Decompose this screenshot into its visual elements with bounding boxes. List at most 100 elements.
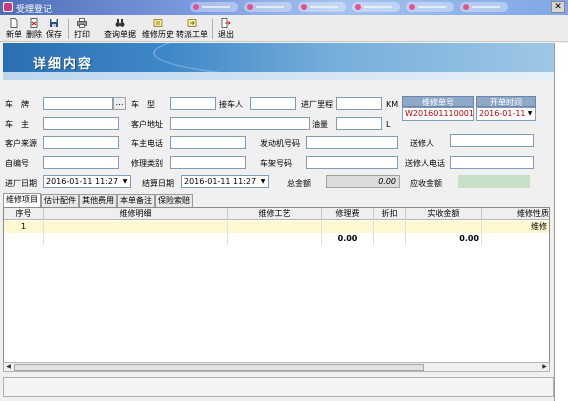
receiver-input[interactable] <box>250 97 296 110</box>
tab-other-fees[interactable]: 其他费用 <box>79 194 117 207</box>
total-value: 0.00 <box>326 175 400 188</box>
save-icon <box>50 19 58 27</box>
tab-label: 保险索赔 <box>158 196 190 205</box>
query-button-label: 查询单据 <box>104 30 136 39</box>
fuel-label: 油量 <box>312 120 328 129</box>
in-date-picker[interactable]: 2016-01-11 11:27 ▼ <box>43 175 131 188</box>
open-date-select[interactable]: 2016-01-11 ▼ <box>476 107 536 121</box>
print-button-label: 打印 <box>74 30 90 39</box>
cell-detail[interactable] <box>44 221 228 233</box>
plate-lookup-button[interactable]: … <box>113 97 126 110</box>
column-header[interactable]: 修理费 <box>322 208 374 220</box>
cell-craft[interactable] <box>228 221 322 233</box>
cell-amount[interactable] <box>406 221 482 233</box>
history-button-label: 维修历史 <box>142 30 174 39</box>
scroll-left-icon[interactable]: ◀ <box>4 363 13 371</box>
open-date-header: 开单时间 <box>476 96 536 107</box>
transfer-button[interactable]: 转派工单 <box>175 17 209 41</box>
cell-nature[interactable]: 维修 <box>482 221 549 233</box>
chevron-down-icon[interactable]: ▼ <box>258 176 268 187</box>
tab-estimated-parts[interactable]: 估计配件 <box>41 194 79 207</box>
exit-button-label: 退出 <box>218 30 234 39</box>
status-bar <box>3 377 554 397</box>
toolbar-separator <box>212 19 213 39</box>
fuel-unit: L <box>386 120 391 129</box>
cell-empty <box>228 233 322 245</box>
open-date-value: 2016-01-11 <box>479 109 526 118</box>
cell-seq[interactable]: 1 <box>4 221 44 233</box>
source-input[interactable] <box>43 136 119 149</box>
save-button-label: 保存 <box>46 30 62 39</box>
column-header[interactable]: 维修工艺 <box>228 208 322 220</box>
fuel-input[interactable] <box>336 117 382 130</box>
horizontal-scrollbar[interactable]: ◀ ▶ <box>3 362 550 372</box>
grid-header: 序号 维修明细 维修工艺 修理费 折扣 实收金额 维修性质 <box>4 208 549 220</box>
plate-input[interactable] <box>43 97 113 110</box>
table-row[interactable]: 1 维修 <box>4 221 549 233</box>
print-button[interactable]: 打印 <box>72 17 92 41</box>
frame-label: 车架号码 <box>260 159 292 168</box>
owner-input[interactable] <box>43 117 119 130</box>
sender-label: 送修人 <box>410 139 434 148</box>
tab-repair-items[interactable]: 维修项目 <box>3 193 41 207</box>
history-button[interactable]: 维修历史 <box>141 17 175 41</box>
order-no-value: W201601110001 <box>402 107 474 121</box>
close-button[interactable]: ✕ <box>551 1 565 13</box>
toolbar: 新单 删除 保存 打印 查询单据 维修历史 转派工单 退出 <box>0 15 568 42</box>
column-header[interactable]: 实收金额 <box>406 208 482 220</box>
new-doc-icon <box>10 18 18 28</box>
cell-empty <box>482 233 549 245</box>
new-button-label: 新单 <box>6 30 22 39</box>
cell-discount[interactable] <box>374 221 406 233</box>
new-button[interactable]: 新单 <box>4 17 24 41</box>
query-button[interactable]: 查询单据 <box>103 17 137 41</box>
delete-button-label: 删除 <box>26 30 42 39</box>
background-tab <box>352 2 400 12</box>
scroll-right-icon[interactable]: ▶ <box>540 363 549 371</box>
window-title: 受理登记 <box>16 5 53 15</box>
settle-date-value: 2016-01-11 11:27 <box>184 177 257 186</box>
save-button[interactable]: 保存 <box>44 17 64 41</box>
total-label: 总金额 <box>287 179 311 188</box>
engine-label: 发动机号码 <box>260 139 300 148</box>
cell-fee[interactable] <box>322 221 374 233</box>
delete-button[interactable]: 删除 <box>24 17 44 41</box>
code-label: 自编号 <box>5 159 29 168</box>
column-header[interactable]: 维修明细 <box>44 208 228 220</box>
section-banner: 详细内容 <box>3 43 554 80</box>
print-icon <box>77 18 87 28</box>
owner-address-input[interactable] <box>170 117 310 130</box>
tab-label: 维修项目 <box>6 195 38 204</box>
sender-input[interactable] <box>450 134 534 147</box>
settle-date-picker[interactable]: 2016-01-11 11:27 ▼ <box>181 175 269 188</box>
chevron-down-icon[interactable]: ▼ <box>525 108 535 119</box>
model-input[interactable] <box>170 97 216 110</box>
exit-button[interactable]: 退出 <box>216 17 236 41</box>
tab-label: 其他费用 <box>82 196 114 205</box>
transfer-button-label: 转派工单 <box>176 30 208 39</box>
scrollbar-thumb[interactable] <box>14 364 424 371</box>
column-header[interactable]: 折扣 <box>374 208 406 220</box>
code-input[interactable] <box>43 156 119 169</box>
repair-type-input[interactable] <box>170 156 246 169</box>
delete-icon <box>30 18 38 28</box>
plate-label: 车 牌 <box>5 100 29 109</box>
chevron-down-icon[interactable]: ▼ <box>120 176 130 187</box>
sender-phone-input[interactable] <box>450 156 534 169</box>
toolbar-separator <box>68 19 69 39</box>
column-header[interactable]: 维修性质 <box>482 208 549 220</box>
total-amount: 0.00 <box>406 233 482 245</box>
frame-input[interactable] <box>306 156 398 169</box>
background-tab <box>406 2 454 12</box>
mileage-input[interactable] <box>336 97 382 110</box>
banner-title: 详细内容 <box>33 57 94 72</box>
binoculars-icon <box>115 19 125 27</box>
owner-address-label: 客户地址 <box>131 120 163 129</box>
transfer-icon <box>187 19 197 27</box>
engine-input[interactable] <box>306 136 398 149</box>
cell-empty <box>374 233 406 245</box>
phone-input[interactable] <box>170 136 246 149</box>
column-header[interactable]: 序号 <box>4 208 44 220</box>
tab-insurance-claim[interactable]: 保险索赔 <box>155 194 193 207</box>
tab-order-notes[interactable]: 本单备注 <box>117 194 155 207</box>
